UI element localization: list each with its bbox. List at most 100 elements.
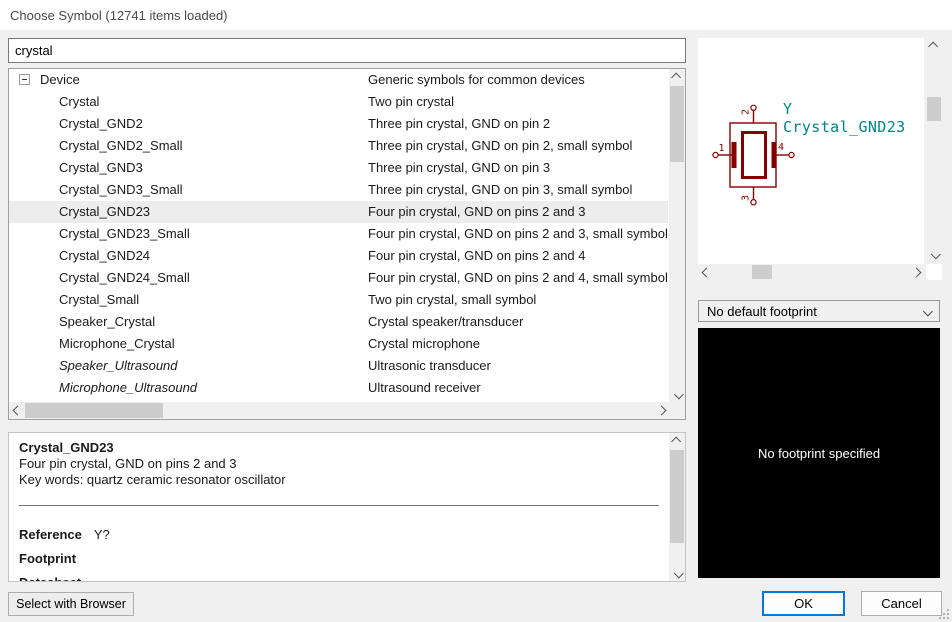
tree-item-desc: Four pin crystal, GND on pins 2 and 3 [368,201,668,223]
tree-row[interactable]: Crystal_GND24 Four pin crystal, GND on p… [9,245,668,267]
tree-hscrollbar[interactable] [9,402,669,419]
tree-row[interactable]: Speaker_Ultrasound Ultrasonic transducer [9,355,668,377]
tree-row-selected[interactable]: Crystal_GND23 Four pin crystal, GND on p… [9,201,668,223]
tree-item-label: Crystal_GND3 [59,157,143,179]
pin-3-end [751,200,756,205]
pin-4-number: 4 [778,142,784,153]
tree-item-desc: Four pin crystal, GND on pins 2 and 4 [368,245,668,267]
detail-symbol-keywords: Key words: quartz ceramic resonator osci… [19,472,286,487]
scroll-right-button[interactable] [908,264,924,280]
tree-item-label: Microphone_Crystal [59,333,175,355]
tree-item-label: Crystal_GND24_Small [59,267,190,289]
scrollbar-thumb[interactable] [670,86,684,162]
tree-vscrollbar[interactable] [669,69,685,402]
cancel-button[interactable]: Cancel [861,591,942,616]
footprint-preview-canvas: No footprint specified [698,328,940,578]
preview-vscrollbar[interactable] [926,38,942,262]
scroll-left-button[interactable] [9,402,25,418]
pin-1-number: 1 [718,143,724,154]
detail-field-reference: Reference Y? [19,527,110,542]
tree-item-desc: Two pin crystal, small symbol [368,289,668,311]
tree-item-label: Crystal [59,91,99,113]
search-input[interactable] [8,38,686,63]
symbol-tree: Device Generic symbols for common device… [9,69,668,402]
tree-row[interactable]: Microphone_Crystal Crystal microphone [9,333,668,355]
tree-item-desc: Three pin crystal, GND on pin 2 [368,113,668,135]
pin-3-number: 3 [741,195,752,201]
pin-4-end [789,152,794,157]
tree-row[interactable]: Crystal_GND2 Three pin crystal, GND on p… [9,113,668,135]
collapse-icon[interactable] [19,74,30,85]
field-label: Footprint [19,551,76,566]
scrollbar-thumb[interactable] [927,97,941,121]
tree-item-label: Crystal_GND2_Small [59,135,183,157]
field-label: Datasheet [19,575,81,582]
chevron-down-icon [673,568,683,578]
scrollbar-corner [669,402,685,419]
scroll-up-button[interactable] [926,38,942,54]
scroll-down-button[interactable] [926,246,942,262]
tree-row[interactable]: Crystal_Small Two pin crystal, small sym… [9,289,668,311]
choose-symbol-dialog: { "window": { "title": "Choose Symbol (1… [0,0,952,622]
details-divider [19,505,659,506]
scroll-up-button[interactable] [669,69,685,85]
chevron-down-icon [923,307,933,317]
preview-hscrollbar[interactable] [698,264,924,280]
detail-symbol-name: Crystal_GND23 [19,440,114,455]
chevron-right-icon [656,405,666,415]
crystal-plate-right [772,142,777,168]
chevron-up-icon [671,72,681,82]
details-vscrollbar[interactable] [669,433,685,581]
ok-button[interactable]: OK [762,591,845,616]
tree-row[interactable]: Microphone_Ultrasound Ultrasound receive… [9,377,668,399]
chevron-up-icon [671,436,681,446]
scroll-left-button[interactable] [698,264,714,280]
tree-row[interactable]: Crystal Two pin crystal [9,91,668,113]
scrollbar-thumb[interactable] [25,403,163,418]
chevron-left-icon [12,405,22,415]
tree-item-desc: Generic symbols for common devices [368,69,668,91]
resize-grip[interactable] [939,609,949,619]
tree-item-desc: Three pin crystal, GND on pin 2, small s… [368,135,668,157]
chevron-down-icon [930,249,940,259]
detail-field-datasheet: Datasheet [19,575,93,582]
tree-row[interactable]: Crystal_GND24_Small Four pin crystal, GN… [9,267,668,289]
symbol-reference-text: Y [783,100,792,118]
scroll-right-button[interactable] [653,402,669,418]
tree-item-label: Crystal_GND23_Small [59,223,190,245]
scroll-down-button[interactable] [669,386,685,402]
detail-symbol-description: Four pin crystal, GND on pins 2 and 3 [19,456,237,471]
tree-item-label: Speaker_Ultrasound [59,355,178,377]
chevron-up-icon [928,41,938,51]
tree-item-label: Microphone_Ultrasound [59,377,197,399]
tree-row[interactable]: Crystal_GND3_Small Three pin crystal, GN… [9,179,668,201]
pin-2-number: 2 [741,109,752,115]
tree-row[interactable]: Speaker_Crystal Crystal speaker/transduc… [9,311,668,333]
field-label: Reference [19,527,82,542]
scroll-up-button[interactable] [669,433,685,449]
crystal-body [743,133,766,178]
scroll-down-button[interactable] [669,565,685,581]
tree-item-desc: Four pin crystal, GND on pins 2 and 4, s… [368,267,668,289]
tree-item-label: Crystal_GND2 [59,113,143,135]
scrollbar-corner [926,264,942,280]
tree-item-label: Crystal_GND24 [59,245,150,267]
field-value: Y? [94,527,110,542]
scrollbar-thumb[interactable] [670,450,684,543]
tree-row[interactable]: Crystal_GND2_Small Three pin crystal, GN… [9,135,668,157]
tree-row-category[interactable]: Device Generic symbols for common device… [9,69,668,91]
tree-item-desc: Three pin crystal, GND on pin 3 [368,157,668,179]
scrollbar-thumb[interactable] [752,265,772,279]
pin-2-end [751,105,756,110]
footprint-preview-message: No footprint specified [758,446,880,461]
tree-item-label: Crystal_GND23 [59,201,150,223]
tree-item-desc: Four pin crystal, GND on pins 2 and 3, s… [368,223,668,245]
chevron-right-icon [911,267,921,277]
select-with-browser-button[interactable]: Select with Browser [8,592,134,616]
title-bar: Choose Symbol (12741 items loaded) [0,0,952,30]
tree-row[interactable]: Crystal_GND3 Three pin crystal, GND on p… [9,157,668,179]
footprint-select[interactable]: No default footprint [698,300,940,322]
select-with-browser-label: Select with Browser [16,597,126,611]
tree-row[interactable]: Crystal_GND23_Small Four pin crystal, GN… [9,223,668,245]
tree-item-desc: Two pin crystal [368,91,668,113]
